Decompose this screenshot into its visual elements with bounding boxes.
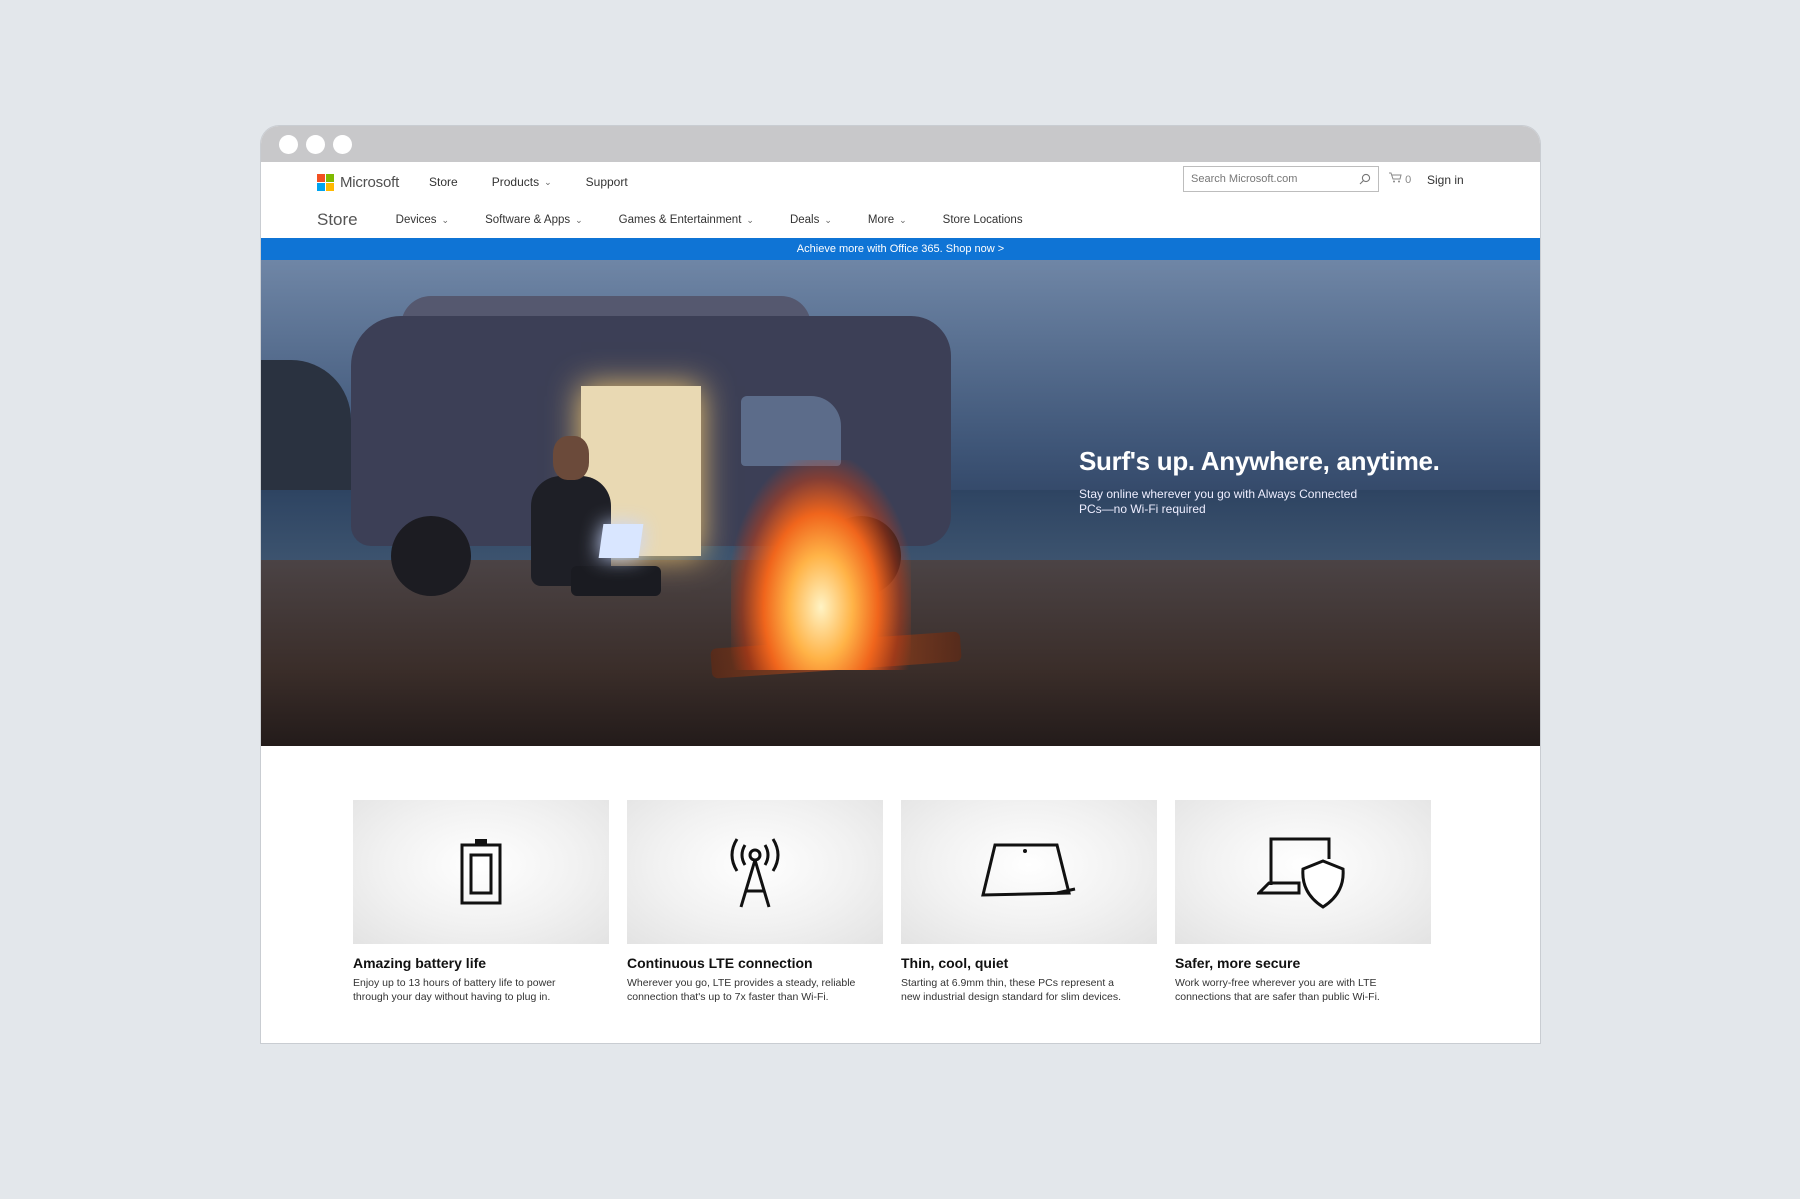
- hero-subtitle: Stay online wherever you go with Always …: [1079, 487, 1358, 516]
- browser-window: Microsoft Store Products ⌄ Support 0 Sign…: [261, 126, 1540, 1043]
- hero-cliff: [261, 360, 351, 500]
- feature-tile: [353, 800, 609, 944]
- feature-card: Continuous LTE connection Wherever you g…: [627, 800, 883, 1004]
- nav-products-label: Products: [491, 175, 540, 189]
- store-nav-label: Store Locations: [942, 214, 1023, 226]
- microsoft-logo-icon: [317, 173, 334, 191]
- cart-icon: [1389, 172, 1402, 183]
- features-section: Amazing battery life Enjoy up to 13 hour…: [261, 746, 1540, 1004]
- store-nav-more[interactable]: More ⌄: [868, 214, 907, 226]
- store-nav-label: Games & Entertainment: [618, 214, 742, 226]
- search-input[interactable]: [1191, 173, 1359, 185]
- nav-support-link[interactable]: Support: [586, 175, 628, 189]
- microsoft-logo[interactable]: Microsoft: [317, 173, 400, 191]
- search-icon[interactable]: [1359, 173, 1371, 185]
- sign-in-link[interactable]: Sign in: [1427, 173, 1464, 187]
- search-box: [1183, 166, 1379, 192]
- feature-title: Safer, more secure: [1175, 955, 1301, 971]
- store-nav-label: Software & Apps: [485, 214, 571, 226]
- top-nav: Microsoft Store Products ⌄ Support 0 Sign…: [261, 162, 1540, 202]
- store-nav-games-entertainment[interactable]: Games & Entertainment ⌄: [619, 214, 754, 226]
- feature-tile: [1175, 800, 1431, 944]
- store-nav-locations[interactable]: Store Locations: [943, 214, 1023, 226]
- chevron-down-icon: ⌄: [824, 214, 832, 225]
- store-nav-deals[interactable]: Deals ⌄: [790, 214, 832, 226]
- shield-laptop-icon: [1257, 837, 1345, 909]
- store-nav-devices[interactable]: Devices ⌄: [396, 214, 449, 226]
- store-nav-label: Devices: [395, 214, 437, 226]
- chevron-down-icon: ⌄: [575, 214, 583, 225]
- store-nav: Store Devices ⌄ Software & Apps ⌄ Games & …: [261, 202, 1540, 238]
- feature-card: Amazing battery life Enjoy up to 13 hour…: [353, 800, 609, 1004]
- chevron-down-icon: ⌄: [746, 214, 754, 225]
- window-minimize-button[interactable]: [306, 134, 325, 154]
- window-close-button[interactable]: [279, 134, 298, 154]
- office-promo-banner[interactable]: Achieve more with Office 365. Shop now >: [261, 238, 1540, 260]
- feature-tile: [901, 800, 1157, 944]
- nav-store-label: Store: [429, 175, 458, 189]
- feature-text: Wherever you go, LTE provides a steady, …: [627, 977, 856, 1003]
- feature-text: Starting at 6.9mm thin, these PCs repres…: [901, 977, 1122, 1003]
- chevron-down-icon: ⌄: [441, 214, 450, 225]
- logo-text: Microsoft: [340, 173, 400, 191]
- hero-title: Surf's up. Anywhere, anytime.: [1079, 446, 1440, 476]
- battery-icon: [460, 839, 502, 905]
- store-title[interactable]: Store: [317, 210, 358, 230]
- chevron-down-icon: ⌄: [899, 214, 907, 225]
- nav-support-label: Support: [585, 175, 628, 189]
- store-nav-software-apps[interactable]: Software & Apps ⌄: [485, 214, 583, 226]
- feature-title: Thin, cool, quiet: [901, 955, 1009, 971]
- antenna-icon: [730, 838, 780, 908]
- store-nav-label: More: [867, 214, 895, 226]
- nav-products-menu[interactable]: Products ⌄: [492, 175, 552, 189]
- browser-titlebar: [261, 126, 1540, 162]
- cart-button[interactable]: 0: [1389, 172, 1411, 186]
- chevron-down-icon: ⌄: [544, 176, 552, 187]
- hero-banner[interactable]: Surf's up. Anywhere, anytime. Stay onlin…: [261, 260, 1540, 746]
- feature-tile: [627, 800, 883, 944]
- feature-title: Amazing battery life: [353, 955, 487, 971]
- nav-store-link[interactable]: Store: [429, 175, 458, 189]
- hero-campfire: [731, 460, 911, 670]
- feature-title: Continuous LTE connection: [627, 955, 813, 971]
- feature-card: Safer, more secure Work worry-free where…: [1175, 800, 1431, 1004]
- cart-count: 0: [1405, 174, 1412, 186]
- feature-card: Thin, cool, quiet Starting at 6.9mm thin…: [901, 800, 1157, 1004]
- feature-text: Work worry-free wherever you are with LT…: [1175, 977, 1380, 1003]
- hero-text: Surf's up. Anywhere, anytime. Stay onlin…: [1079, 446, 1440, 517]
- hero-person-image: [501, 436, 661, 656]
- window-maximize-button[interactable]: [333, 134, 352, 154]
- store-nav-label: Deals: [789, 214, 820, 226]
- feature-text: Enjoy up to 13 hours of battery life to …: [353, 977, 556, 1003]
- laptop-icon: [981, 843, 1076, 897]
